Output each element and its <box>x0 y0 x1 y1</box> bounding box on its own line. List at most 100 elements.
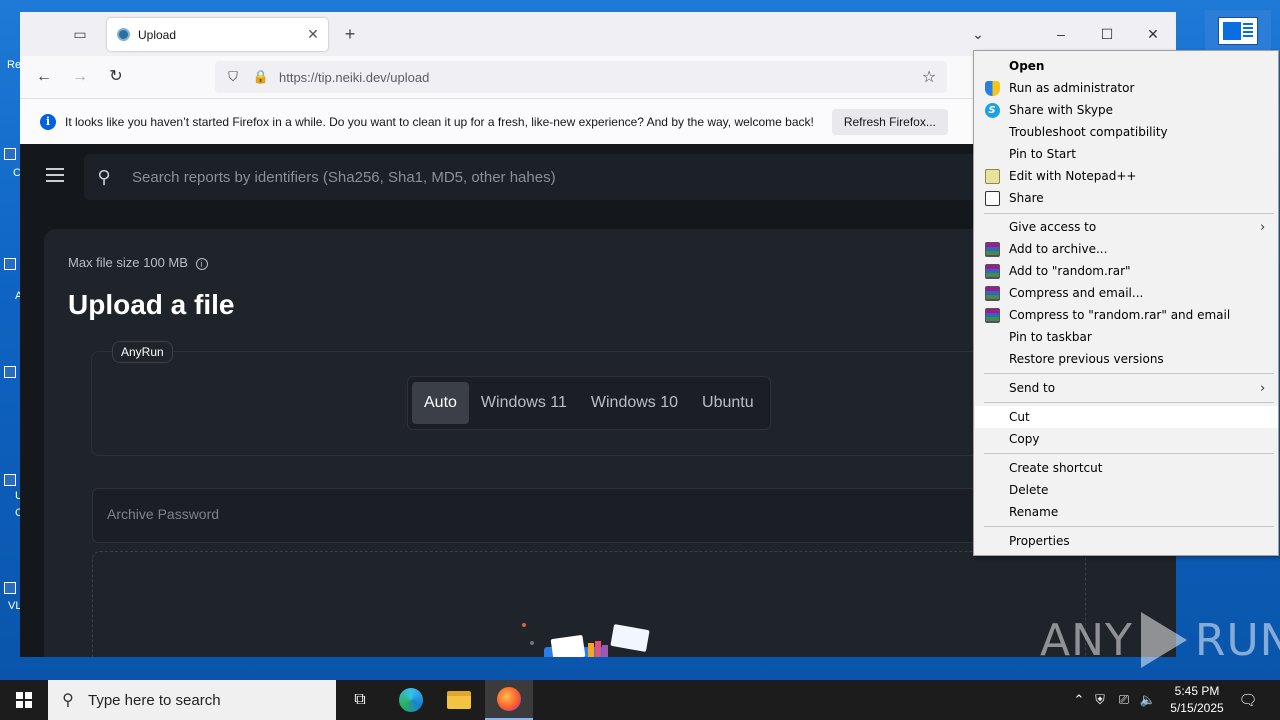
taskbar-search-box[interactable]: ⚲ Type here to search <box>48 680 336 720</box>
menu-item-compress-and-email[interactable]: Compress and email... <box>975 282 1278 304</box>
system-tray: ⌃ ⛨ ⎚ 🔈 <box>1070 680 1160 720</box>
windows-logo-icon <box>16 692 32 708</box>
back-arrow-icon[interactable]: ← <box>33 66 55 88</box>
notification-center-icon[interactable]: 🗨 <box>1236 680 1260 720</box>
menu-item-delete[interactable]: Delete <box>975 479 1278 501</box>
info-circle-icon[interactable]: i <box>195 258 208 270</box>
volume-icon[interactable]: 🔈 <box>1136 692 1160 708</box>
menu-item-edit-with-notepadpp[interactable]: Edit with Notepad++ <box>975 165 1278 187</box>
winrar-icon <box>984 307 1000 323</box>
tab-upload[interactable]: Upload ✕ <box>107 18 328 51</box>
url-path: /upload <box>386 69 430 85</box>
clock[interactable]: 5:45 PM 5/15/2025 <box>1162 683 1232 717</box>
menu-item-compress-to-random-rar-and-email[interactable]: Compress to "random.rar" and email <box>975 304 1278 326</box>
submenu-chevron-icon: › <box>1260 219 1266 235</box>
winrar-icon <box>984 263 1000 279</box>
shield-icon <box>984 80 1000 96</box>
edge-taskbar-button[interactable] <box>387 680 435 720</box>
start-button[interactable] <box>0 680 48 720</box>
taskbar-search-placeholder: Type here to search <box>88 691 221 709</box>
security-icon[interactable]: ⛨ <box>1088 692 1112 708</box>
max-file-size: Max file size 100 MB i <box>68 255 208 270</box>
menu-item-cut[interactable]: Cut <box>975 406 1278 428</box>
desktop-icon[interactable] <box>4 148 20 160</box>
bookmark-star-icon[interactable]: ☆ <box>917 67 941 87</box>
menu-item-share[interactable]: Share <box>975 187 1278 209</box>
lock-icon[interactable]: 🔒 <box>251 69 271 85</box>
menu-item-create-shortcut[interactable]: Create shortcut <box>975 457 1278 479</box>
firefox-taskbar-button[interactable] <box>485 680 533 720</box>
file-explorer-taskbar-button[interactable] <box>435 680 483 720</box>
close-window-icon[interactable]: ✕ <box>1143 24 1163 44</box>
share-icon <box>984 190 1000 206</box>
menu-item-pin-to-taskbar[interactable]: Pin to taskbar <box>975 326 1278 348</box>
clock-date: 5/15/2025 <box>1170 701 1224 715</box>
menu-item-rename[interactable]: Rename <box>975 501 1278 523</box>
winrar-icon <box>984 285 1000 301</box>
refresh-firefox-button[interactable]: Refresh Firefox... <box>831 108 948 135</box>
firefox-icon <box>497 687 521 711</box>
taskbar: ⚲ Type here to search ⧉ ⌃ ⛨ ⎚ 🔈 5:45 PM … <box>0 680 1280 720</box>
info-icon: i <box>40 113 56 130</box>
anyrun-watermark: ANY RUN <box>1040 608 1280 672</box>
desktop-icon[interactable] <box>4 582 20 594</box>
maximize-icon[interactable]: ☐ <box>1097 24 1117 44</box>
list-tabs-chevron-icon[interactable]: ⌄ <box>968 24 988 44</box>
os-option-windows-11[interactable]: Windows 11 <box>469 382 579 424</box>
tab-groups-icon[interactable]: ▭ <box>69 23 91 45</box>
close-tab-icon[interactable]: ✕ <box>304 26 322 43</box>
menu-item-open[interactable]: Open <box>975 55 1278 77</box>
new-tab-icon[interactable]: + <box>339 23 361 45</box>
os-option-windows-10[interactable]: Windows 10 <box>579 382 690 424</box>
menu-separator <box>984 526 1274 527</box>
desktop-icon[interactable] <box>4 258 20 270</box>
provider-chip[interactable]: AnyRun <box>112 341 173 363</box>
forward-arrow-icon[interactable]: → <box>69 66 91 88</box>
menu-item-copy[interactable]: Copy <box>975 428 1278 450</box>
minimize-icon[interactable]: – <box>1051 24 1071 44</box>
menu-item-give-access-to[interactable]: Give access to › <box>975 216 1278 238</box>
menu-item-troubleshoot-compatibility[interactable]: Troubleshoot compatibility <box>975 121 1278 143</box>
menu-item-run-as-administrator[interactable]: Run as administrator <box>975 77 1278 99</box>
reload-icon[interactable]: ↻ <box>105 66 127 88</box>
menu-item-properties[interactable]: Properties <box>975 530 1278 552</box>
notepadpp-icon <box>984 168 1000 184</box>
menu-item-add-to-archive[interactable]: Add to archive... <box>975 238 1278 260</box>
address-bar[interactable]: ⛉ 🔒 https://tip.neiki.dev/upload ☆ <box>215 61 947 93</box>
task-view-button[interactable]: ⧉ <box>336 680 384 720</box>
winrar-icon <box>984 241 1000 257</box>
search-placeholder: Search reports by identifiers (Sha256, S… <box>132 168 556 186</box>
network-icon[interactable]: ⎚ <box>1112 692 1136 708</box>
desktop-icon[interactable] <box>4 474 20 486</box>
submenu-chevron-icon: › <box>1260 380 1266 396</box>
watermark-right: RUN <box>1194 614 1280 666</box>
upload-illustration-icon <box>522 623 650 657</box>
menu-item-send-to[interactable]: Send to › <box>975 377 1278 399</box>
tracking-protection-shield-icon[interactable]: ⛉ <box>223 69 243 85</box>
hamburger-menu-icon[interactable] <box>46 168 64 186</box>
menu-separator <box>984 373 1274 374</box>
menu-separator <box>984 213 1274 214</box>
chevron-up-icon[interactable]: ⌃ <box>1070 692 1088 708</box>
desktop-icon-label: Re <box>7 59 22 71</box>
skype-icon: S <box>984 102 1000 118</box>
search-icon: ⚲ <box>62 692 74 709</box>
notice-text: It looks like you haven’t started Firefo… <box>65 114 814 129</box>
menu-item-share-with-skype[interactable]: S Share with Skype <box>975 99 1278 121</box>
menu-item-add-to-random-rar[interactable]: Add to "random.rar" <box>975 260 1278 282</box>
menu-item-restore-previous-versions[interactable]: Restore previous versions <box>975 348 1278 370</box>
url-host: https://tip.neiki.dev <box>279 69 387 85</box>
os-option-ubuntu[interactable]: Ubuntu <box>690 382 766 424</box>
max-file-size-label: Max file size 100 MB <box>68 255 188 270</box>
url-text[interactable]: https://tip.neiki.dev/upload <box>279 70 917 85</box>
tab-title: Upload <box>138 27 177 42</box>
watermark-left: ANY <box>1040 614 1133 666</box>
site-favicon-icon <box>117 28 130 41</box>
os-option-auto[interactable]: Auto <box>412 382 469 424</box>
clock-time: 5:45 PM <box>1174 684 1220 698</box>
search-icon: ⚲ <box>97 166 111 187</box>
menu-item-pin-to-start[interactable]: Pin to Start <box>975 143 1278 165</box>
desktop-icon[interactable] <box>4 366 20 378</box>
app-window-icon[interactable] <box>1205 10 1271 52</box>
context-menu: Open Run as administrator S Share with Sk… <box>973 50 1279 556</box>
